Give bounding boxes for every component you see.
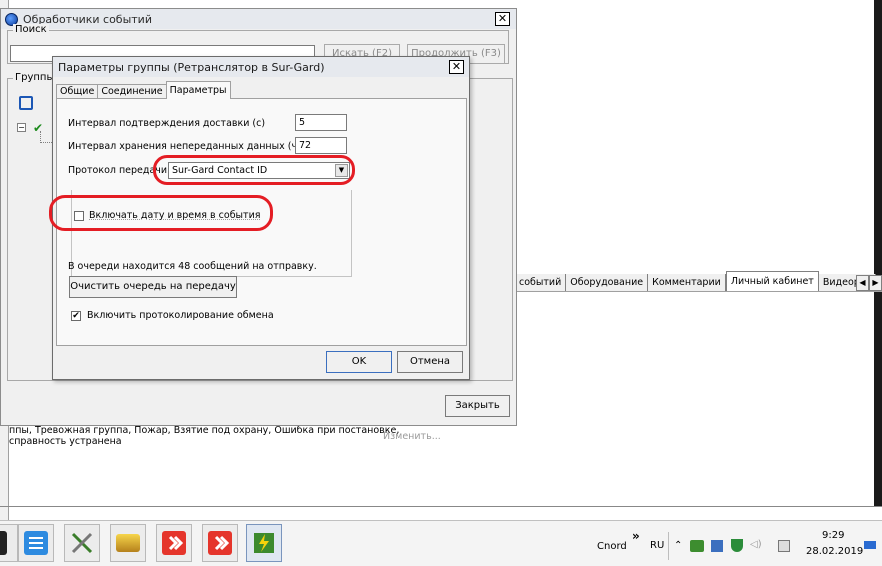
tab-scroll-buttons[interactable]: ◀ ▶ <box>856 275 882 291</box>
logging-label: Включить протоколирование обмена <box>87 310 274 321</box>
network-tray-icon[interactable] <box>690 540 704 552</box>
taskbar-app-0[interactable] <box>0 524 18 562</box>
outer-close-button[interactable]: ✕ <box>495 12 510 26</box>
event-description-line2: справность устранена <box>9 436 122 447</box>
tray-app-icon[interactable] <box>711 540 723 552</box>
copy-icon[interactable] <box>19 96 33 110</box>
tree-expand-icon[interactable]: − <box>17 123 26 132</box>
bg-tab-equipment[interactable]: Оборудование <box>566 274 649 292</box>
cancel-button[interactable]: Отмена <box>397 351 463 373</box>
remote-access-icon <box>162 531 186 555</box>
taskbar-app-remote-1[interactable] <box>156 524 192 562</box>
queue-info-text: В очереди находится 48 сообщений на отпр… <box>68 261 317 272</box>
dialog-close-button[interactable]: ✕ <box>449 60 464 74</box>
outer-titlebar[interactable]: Обработчики событий <box>1 9 516 29</box>
storage-interval-label: Интервал хранения непереданных данных (ч… <box>68 141 301 152</box>
taskbar-app-tools[interactable] <box>64 524 100 562</box>
scroll-right-icon[interactable]: ▶ <box>869 275 882 291</box>
close-button[interactable]: Закрыть <box>445 395 510 417</box>
taskbar-app-remote-2[interactable] <box>202 524 238 562</box>
shield-icon[interactable] <box>731 539 743 552</box>
taskbar-app-settings[interactable] <box>18 524 54 562</box>
show-desktop-icon[interactable] <box>864 541 876 549</box>
archive-icon <box>116 534 140 552</box>
bottom-divider <box>0 506 882 507</box>
taskbar-app-archive[interactable] <box>110 524 146 562</box>
datetime-highlight-ring <box>49 195 273 231</box>
bg-tab-events[interactable]: событий <box>515 274 567 292</box>
event-description-line1: ппы, Тревожная группа, Пожар, Взятие под… <box>9 425 400 436</box>
clock-time[interactable]: 9:29 <box>822 530 844 541</box>
remote-access-icon <box>208 531 232 555</box>
keyboard-icon[interactable] <box>778 540 790 552</box>
taskbar-app-cnord-active[interactable] <box>246 524 282 562</box>
tools-icon <box>71 532 93 554</box>
tab-underline <box>515 291 882 292</box>
tab-parameters[interactable]: Параметры <box>165 81 231 99</box>
tray-divider <box>668 532 669 560</box>
language-indicator[interactable]: RU <box>650 540 664 551</box>
search-legend: Поиск <box>13 24 49 35</box>
sliders-icon <box>24 531 48 555</box>
background-tab-strip: событий Оборудование Комментарии Личный … <box>515 270 876 292</box>
logging-checkbox[interactable]: ✔ <box>71 311 81 321</box>
dialog-tabs: Общие Соединение Параметры <box>56 81 231 99</box>
tab-connection[interactable]: Соединение <box>97 84 167 99</box>
confirm-interval-input[interactable]: 5 <box>295 114 347 131</box>
dialog-titlebar[interactable]: Параметры группы (Ретранслятор в Sur-Gar… <box>53 57 469 77</box>
speaker-icon[interactable]: ◁) <box>750 539 762 550</box>
scroll-left-icon[interactable]: ◀ <box>856 275 869 291</box>
bg-tab-comments[interactable]: Комментарии <box>648 274 726 292</box>
groups-legend: Группы <box>13 72 57 83</box>
lightning-app-icon <box>254 533 274 553</box>
event-description: ппы, Тревожная группа, Пожар, Взятие под… <box>9 425 399 447</box>
bg-tab-personal-account[interactable]: Личный кабинет <box>725 271 819 292</box>
clock-date[interactable]: 28.02.2019 <box>806 546 863 557</box>
tray-expand-icon[interactable]: ⌃ <box>674 540 682 551</box>
ok-button[interactable]: OK <box>326 351 392 373</box>
tab-general[interactable]: Общие <box>56 84 99 99</box>
protocol-highlight-ring <box>153 155 355 185</box>
window-icon <box>0 531 7 555</box>
change-link[interactable]: Изменить... <box>383 431 441 442</box>
dialog-title: Параметры группы (Ретранслятор в Sur-Gar… <box>58 60 325 74</box>
confirm-interval-label: Интервал подтверждения доставки (с) <box>68 118 266 129</box>
storage-interval-input[interactable]: 72 <box>295 137 347 154</box>
taskbar-search-text[interactable]: Cnord <box>597 541 627 552</box>
clear-queue-button[interactable]: Очистить очередь на передачу <box>69 276 237 298</box>
toolbar-overflow-icon[interactable]: » <box>632 529 640 543</box>
desktop-edge <box>874 0 882 506</box>
